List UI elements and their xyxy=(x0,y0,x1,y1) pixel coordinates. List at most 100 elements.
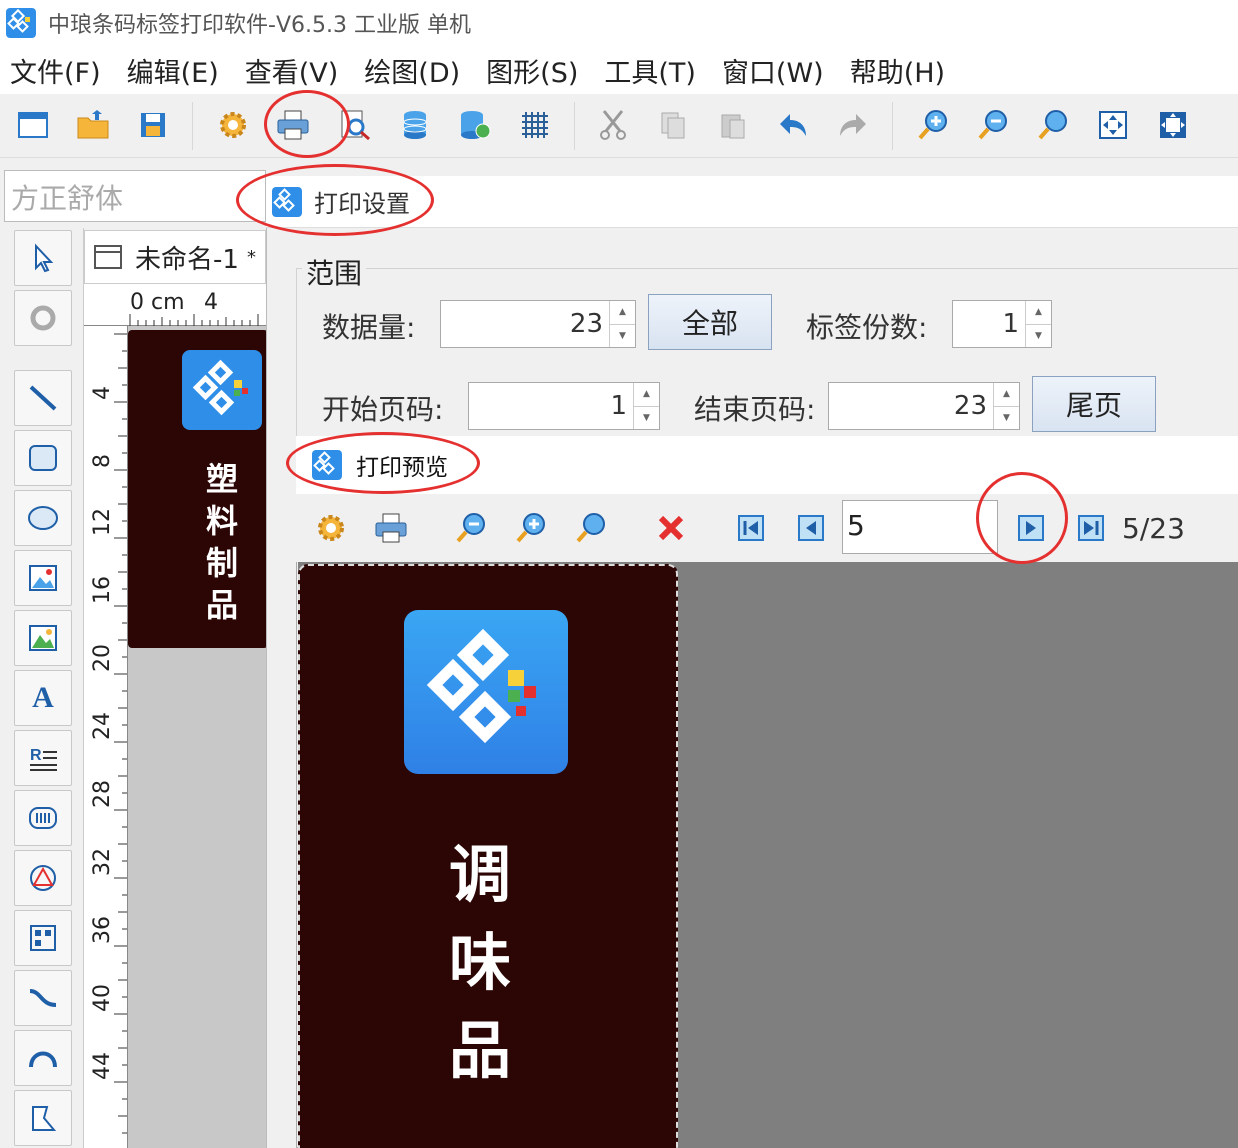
zoom-in-icon[interactable] xyxy=(912,104,954,146)
text-tool-icon[interactable]: A xyxy=(14,670,72,726)
cut-icon[interactable] xyxy=(592,104,634,146)
highlight-ring-print xyxy=(264,90,350,158)
curve-tool-icon[interactable] xyxy=(14,970,72,1026)
ruler-mark: 4 xyxy=(90,386,115,400)
menu-window[interactable]: 窗口(W) xyxy=(722,51,824,90)
label-text-char: 品 xyxy=(205,586,238,624)
data-count-spinner[interactable]: 23 ▲ ▼ xyxy=(440,300,636,348)
all-button[interactable]: 全部 xyxy=(648,294,772,350)
paste-icon[interactable] xyxy=(712,104,754,146)
end-page-label: 结束页码: xyxy=(694,393,816,426)
data-count-value[interactable]: 23 xyxy=(441,301,609,347)
barcode-tool-icon[interactable] xyxy=(14,790,72,846)
start-page-spinner[interactable]: 1 ▲ ▼ xyxy=(468,382,660,430)
svg-text:R: R xyxy=(30,747,42,764)
copy-icon[interactable] xyxy=(652,104,694,146)
ellipse-tool-icon[interactable] xyxy=(14,490,72,546)
page-number-input[interactable]: 5 xyxy=(842,500,998,554)
preview-label: 调 味 品 xyxy=(298,564,678,1148)
copies-spinner[interactable]: 1 ▲ ▼ xyxy=(952,300,1052,348)
menu-tools[interactable]: 工具(T) xyxy=(604,51,696,90)
range-group-label: 范围 xyxy=(302,252,367,292)
preview-zoom-out-icon[interactable] xyxy=(448,506,494,550)
ruler-mark: 44 xyxy=(90,1052,115,1080)
main-toolbar xyxy=(0,94,1238,158)
first-page-icon[interactable] xyxy=(728,506,774,550)
ruler-mark: 12 xyxy=(90,508,115,536)
copies-value[interactable]: 1 xyxy=(953,301,1025,347)
preview-zoom-in-icon[interactable] xyxy=(508,506,554,550)
menu-file[interactable]: 文件(F) xyxy=(10,51,101,90)
spin-down-icon[interactable]: ▼ xyxy=(994,407,1019,430)
preview-toolbar xyxy=(296,494,1238,562)
label-design-thumbnail[interactable]: 塑 料 制 品 xyxy=(128,330,268,648)
ruler-mark: 40 xyxy=(90,984,115,1012)
document-icon xyxy=(94,245,122,269)
spin-up-icon[interactable]: ▲ xyxy=(1026,301,1051,325)
zoom-actual-icon[interactable] xyxy=(1032,104,1074,146)
spin-up-icon[interactable]: ▲ xyxy=(610,301,635,325)
undo-icon[interactable] xyxy=(772,104,814,146)
menu-view[interactable]: 查看(V) xyxy=(245,51,339,90)
ruler-mark: 8 xyxy=(90,454,115,468)
start-page-value[interactable]: 1 xyxy=(469,383,633,429)
previous-page-icon[interactable] xyxy=(788,506,834,550)
preview-zoom-actual-icon[interactable] xyxy=(568,506,614,550)
label-logo-icon xyxy=(182,350,262,430)
label-text-char: 味 xyxy=(448,926,511,999)
horizontal-ruler: 0 cm 4 xyxy=(84,284,266,326)
document-tab[interactable]: 未命名-1 * xyxy=(84,230,266,284)
last-page-icon[interactable] xyxy=(1068,506,1114,550)
rich-text-tool-icon[interactable]: R xyxy=(14,730,72,786)
shape-tool-icon[interactable] xyxy=(14,850,72,906)
image-tool-icon[interactable] xyxy=(14,550,72,606)
menu-help[interactable]: 帮助(H) xyxy=(850,51,945,90)
grid-icon[interactable] xyxy=(514,104,556,146)
spin-up-icon[interactable]: ▲ xyxy=(994,383,1019,407)
label-text-char: 调 xyxy=(448,838,511,911)
spin-down-icon[interactable]: ▼ xyxy=(610,325,635,348)
ruler-mark: 20 xyxy=(90,644,115,672)
fit-page-icon[interactable] xyxy=(1092,104,1134,146)
picture-tool-icon[interactable] xyxy=(14,610,72,666)
ruler-mark: 16 xyxy=(90,576,115,604)
new-document-icon[interactable] xyxy=(12,104,54,146)
open-folder-icon[interactable] xyxy=(72,104,114,146)
preview-print-icon[interactable] xyxy=(368,506,414,550)
line-tool-icon[interactable] xyxy=(14,370,72,426)
label-text-char: 制 xyxy=(205,544,238,582)
label-text-char: 塑 xyxy=(205,460,238,498)
highlight-ring-next-page xyxy=(976,472,1068,564)
menu-shape[interactable]: 图形(S) xyxy=(486,51,578,90)
spin-down-icon[interactable]: ▼ xyxy=(634,407,659,430)
preview-settings-gear-icon[interactable] xyxy=(308,506,354,550)
polygon-tool-icon[interactable] xyxy=(14,1090,72,1146)
close-preview-icon[interactable] xyxy=(648,506,694,550)
database-settings-icon[interactable] xyxy=(454,104,496,146)
fit-width-icon[interactable] xyxy=(1152,104,1194,146)
menu-draw[interactable]: 绘图(D) xyxy=(364,51,460,90)
end-page-spinner[interactable]: 23 ▲ ▼ xyxy=(828,382,1020,430)
highlight-ring-print-settings xyxy=(236,164,434,236)
qrcode-tool-icon[interactable] xyxy=(14,910,72,966)
end-page-value[interactable]: 23 xyxy=(829,383,993,429)
spin-up-icon[interactable]: ▲ xyxy=(634,383,659,407)
select-arrow-icon[interactable] xyxy=(14,230,72,286)
database-icon[interactable] xyxy=(394,104,436,146)
rotate-icon[interactable] xyxy=(14,290,72,346)
menu-edit[interactable]: 编辑(E) xyxy=(127,51,219,90)
redo-icon[interactable] xyxy=(832,104,874,146)
label-text-char: 品 xyxy=(448,1014,511,1087)
save-icon[interactable] xyxy=(132,104,174,146)
ruler-mark: 24 xyxy=(90,712,115,740)
arc-tool-icon[interactable] xyxy=(14,1030,72,1086)
ruler-unit: 0 cm xyxy=(130,290,185,315)
zoom-out-icon[interactable] xyxy=(972,104,1014,146)
rectangle-tool-icon[interactable] xyxy=(14,430,72,486)
label-text-char: 料 xyxy=(205,502,238,540)
settings-gear-icon[interactable] xyxy=(212,104,254,146)
ruler-mark: 32 xyxy=(90,848,115,876)
last-page-button[interactable]: 尾页 xyxy=(1032,376,1156,432)
spin-down-icon[interactable]: ▼ xyxy=(1026,325,1051,348)
font-family-select[interactable]: 方正舒体 xyxy=(4,170,266,222)
